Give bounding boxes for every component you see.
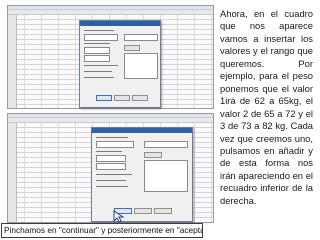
old-value-field[interactable] [96,141,134,148]
recode-dialog-bottom [91,127,193,222]
label-line [84,71,112,72]
label-line [96,174,132,175]
recode-dialog-top [79,20,161,108]
dialog-titlebar [92,128,192,133]
label-line [84,30,114,31]
explanation-text: Ahora, en el cuadro que nos aparece vamo… [220,8,313,206]
label-line [96,151,122,152]
label-line [96,137,128,138]
range-from-field[interactable] [84,47,110,54]
dialog-titlebar [80,21,160,26]
label-line [96,180,126,181]
add-button[interactable] [124,45,140,51]
range-to-field[interactable] [84,55,110,62]
caption-box: Pinchamos en "continuar" y posteriorment… [1,223,203,238]
old-new-list[interactable] [124,53,158,79]
row-header [8,123,17,222]
help-button[interactable] [154,208,172,214]
cancel-button[interactable] [134,208,152,214]
label-line [84,65,118,66]
label-line [84,43,110,44]
new-value-field[interactable] [124,34,158,41]
old-new-list[interactable] [144,160,188,192]
help-button[interactable] [132,95,148,101]
continue-button[interactable] [96,95,112,101]
range-from-field[interactable] [96,155,126,162]
label-line [96,186,128,187]
new-value-field[interactable] [144,141,188,148]
range-to-field[interactable] [96,163,126,170]
old-value-field[interactable] [84,34,118,41]
arrow-cursor-icon [113,210,125,223]
label-line [84,77,114,78]
row-header [8,15,17,108]
add-button[interactable] [144,152,162,158]
cancel-button[interactable] [114,95,130,101]
